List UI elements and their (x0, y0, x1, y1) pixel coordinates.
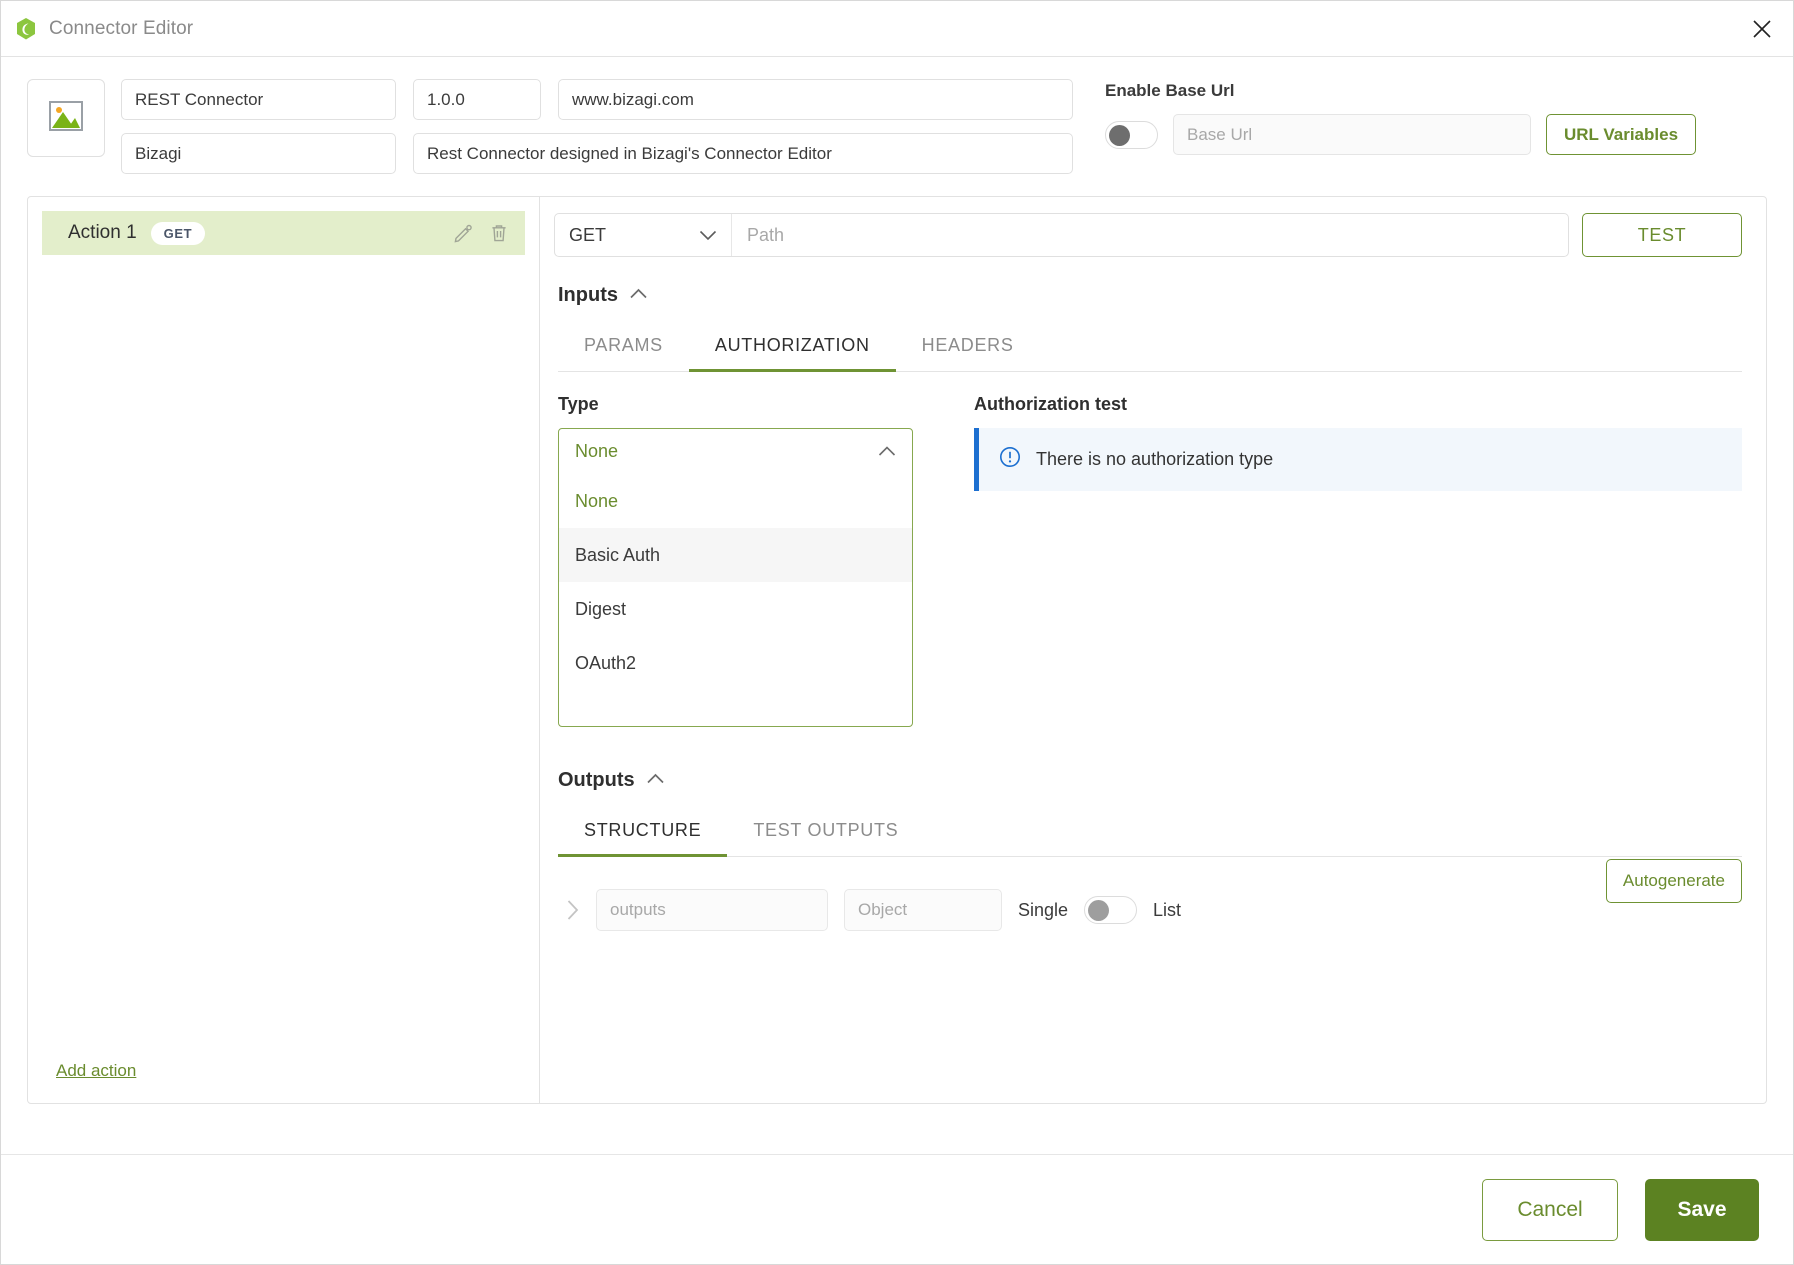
trash-icon[interactable] (489, 223, 509, 243)
tab-test-outputs[interactable]: TEST OUTPUTS (727, 808, 924, 857)
auth-type-column: Type None None Basic Auth Digest OAuth2 (554, 394, 934, 727)
tab-structure[interactable]: STRUCTURE (558, 808, 728, 857)
auth-type-option-oauth2[interactable]: OAuth2 (559, 636, 912, 690)
outputs-tabs: STRUCTURE TEST OUTPUTS (558, 808, 1742, 857)
tab-params[interactable]: PARAMS (558, 323, 689, 372)
close-icon (1753, 19, 1771, 38)
auth-test-message: There is no authorization type (1036, 449, 1274, 469)
auth-test-column: Authorization test There is no authoriza… (934, 394, 1742, 727)
inputs-tabs: PARAMS AUTHORIZATION HEADERS (558, 323, 1742, 372)
dialog-footer: Cancel Save (1, 1154, 1793, 1264)
vendor-input[interactable] (121, 133, 396, 174)
tab-headers[interactable]: HEADERS (896, 323, 1040, 372)
pencil-icon[interactable] (453, 223, 473, 243)
method-select[interactable]: GET (555, 214, 732, 256)
tab-authorization[interactable]: AUTHORIZATION (688, 323, 896, 372)
action-list-item[interactable]: Action 1 GET (42, 211, 525, 255)
outputs-title: Outputs (558, 769, 635, 791)
auth-test-info-alert: There is no authorization type (974, 428, 1742, 491)
actions-panel: Action 1 GET Add action (28, 197, 540, 1103)
method-select-value: GET (569, 224, 607, 245)
version-input[interactable] (413, 79, 541, 120)
list-label: List (1153, 899, 1182, 920)
connector-header-form: Enable Base Url URL Variables (1, 57, 1793, 190)
action-details-panel: GET TEST Inputs (540, 197, 1766, 1103)
auth-type-dropdown: None None Basic Auth Digest OAuth2 (558, 428, 913, 727)
header-fields-row-1 (121, 79, 1073, 120)
image-placeholder-icon (46, 96, 86, 141)
bizagi-logo-icon (15, 17, 37, 41)
window-title: Connector Editor (49, 17, 194, 39)
base-url-input[interactable] (1173, 114, 1531, 155)
output-type-input[interactable] (844, 889, 1002, 931)
path-input[interactable] (732, 214, 1568, 256)
chevron-up-icon[interactable] (629, 287, 648, 305)
chevron-right-icon[interactable] (566, 899, 580, 921)
add-action-link[interactable]: Add action (56, 1061, 136, 1081)
url-input[interactable] (558, 79, 1073, 120)
chevron-up-icon[interactable] (646, 772, 665, 790)
description-input[interactable] (413, 133, 1073, 174)
autogenerate-wrap: Autogenerate (1605, 859, 1742, 903)
toggle-knob (1109, 124, 1130, 146)
chevron-down-icon (699, 225, 717, 246)
url-variables-button[interactable]: URL Variables (1546, 114, 1697, 155)
header-fields-row-2 (121, 133, 1073, 174)
auth-type-option-basic-auth[interactable]: Basic Auth (559, 528, 912, 582)
title-bar: Connector Editor (1, 1, 1793, 57)
auth-type-value-text: None (575, 441, 619, 461)
type-label: Type (558, 394, 599, 414)
chevron-up-icon (878, 441, 896, 462)
header-fields (121, 79, 1073, 174)
auth-type-selected-value[interactable]: None (559, 429, 912, 474)
action-verb-badge: GET (150, 221, 206, 245)
base-url-section: Enable Base Url URL Variables (1105, 79, 1697, 155)
info-circle-icon (999, 446, 1021, 473)
toggle-knob (1088, 900, 1110, 921)
base-url-row: URL Variables (1105, 114, 1697, 155)
enable-base-url-toggle[interactable] (1105, 120, 1158, 149)
enable-base-url-label: Enable Base Url (1105, 81, 1235, 100)
connector-name-input[interactable] (121, 79, 396, 120)
output-name-input[interactable] (596, 889, 828, 931)
authorization-content: Type None None Basic Auth Digest OAuth2 … (554, 394, 1742, 727)
auth-type-option-digest[interactable]: Digest (559, 582, 912, 636)
single-label: Single (1018, 899, 1069, 920)
request-url-row: GET TEST (554, 213, 1742, 257)
auth-type-option-list: None Basic Auth Digest OAuth2 (559, 474, 912, 726)
cancel-button[interactable]: Cancel (1482, 1178, 1618, 1241)
test-button[interactable]: TEST (1582, 213, 1742, 257)
authorization-test-label: Authorization test (974, 394, 1127, 414)
action-name-label: Action 1 (68, 222, 137, 243)
inputs-title: Inputs (558, 284, 618, 306)
outputs-section-header[interactable]: Outputs (558, 769, 1742, 792)
method-path-group: GET (554, 213, 1569, 257)
connector-editor-window: Connector Editor REST Connector 1.0.0 ww… (0, 0, 1794, 1265)
single-list-toggle[interactable] (1084, 896, 1138, 924)
save-button[interactable]: Save (1645, 1178, 1759, 1241)
outputs-section: Outputs STRUCTURE TEST OUTPUTS outputs O… (554, 769, 1742, 931)
action-row-icons (453, 223, 509, 243)
autogenerate-button[interactable]: Autogenerate (1605, 859, 1742, 903)
inputs-section-header[interactable]: Inputs (558, 284, 1742, 307)
auth-type-option-none[interactable]: None (559, 474, 912, 528)
output-structure-row: Single List Autogenerate (566, 859, 1742, 931)
close-button[interactable] (1731, 1, 1793, 56)
editor-body: Action 1 GET Add action GET Path TEST In… (27, 196, 1767, 1104)
connector-thumbnail[interactable] (27, 79, 105, 157)
